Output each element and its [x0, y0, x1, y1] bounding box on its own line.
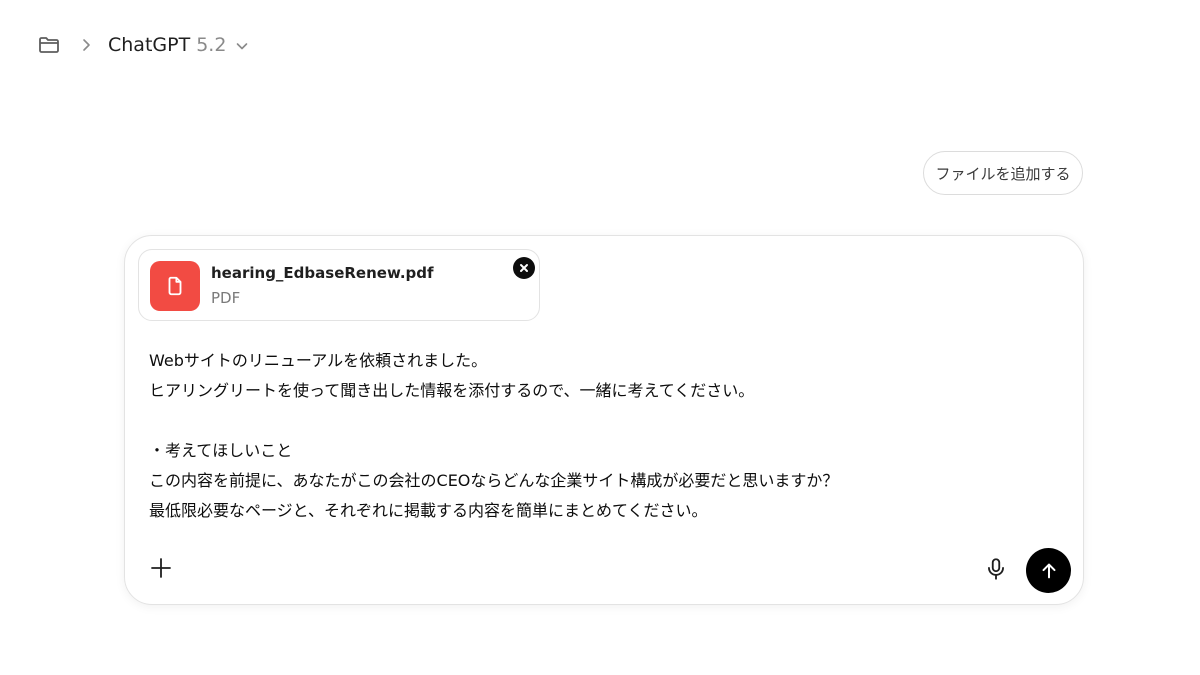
- chat-page: ChatGPT 5.2 ファイルを追加する hearing_EdbaseRene…: [0, 0, 1200, 675]
- close-icon: [518, 262, 530, 274]
- attach-plus-button[interactable]: [147, 554, 175, 582]
- model-version: 5.2: [196, 34, 227, 56]
- plus-icon: [147, 554, 175, 582]
- chevron-right-icon: [74, 33, 98, 57]
- message-input[interactable]: Webサイトのリニューアルを依頼されました。 ヒアリングリートを使って聞き出した…: [149, 346, 1049, 526]
- arrow-up-icon: [1038, 560, 1060, 582]
- file-attachment[interactable]: hearing_EdbaseRenew.pdf PDF: [138, 249, 540, 321]
- document-icon: [150, 261, 200, 311]
- message-line: Webサイトのリニューアルを依頼されました。: [149, 351, 488, 370]
- add-file-button[interactable]: ファイルを追加する: [923, 151, 1083, 195]
- chevron-down-icon: [234, 37, 250, 53]
- attachment-file-name: hearing_EdbaseRenew.pdf: [211, 264, 434, 282]
- message-line: 最低限必要なページと、それぞれに掲載する内容を簡単にまとめてください。: [149, 501, 708, 520]
- breadcrumb: ChatGPT 5.2: [36, 28, 250, 62]
- model-name: ChatGPT: [108, 34, 191, 56]
- model-selector[interactable]: ChatGPT 5.2: [108, 34, 250, 56]
- message-line: ・考えてほしいこと: [149, 441, 293, 460]
- voice-input-button[interactable]: [983, 556, 1009, 582]
- attachment-file-type: PDF: [211, 289, 241, 307]
- message-line: ヒアリングリートを使って聞き出した情報を添付するので、一緒に考えてください。: [149, 381, 755, 400]
- microphone-icon: [983, 556, 1009, 582]
- message-composer: hearing_EdbaseRenew.pdf PDF Webサイトのリニューア…: [124, 235, 1084, 605]
- send-button[interactable]: [1026, 548, 1071, 593]
- folder-icon[interactable]: [36, 32, 62, 58]
- message-line: この内容を前提に、あなたがこの会社のCEOならどんな企業サイト構成が必要だと思い…: [149, 471, 839, 490]
- message-line: [149, 406, 1049, 436]
- remove-attachment-button[interactable]: [513, 257, 535, 279]
